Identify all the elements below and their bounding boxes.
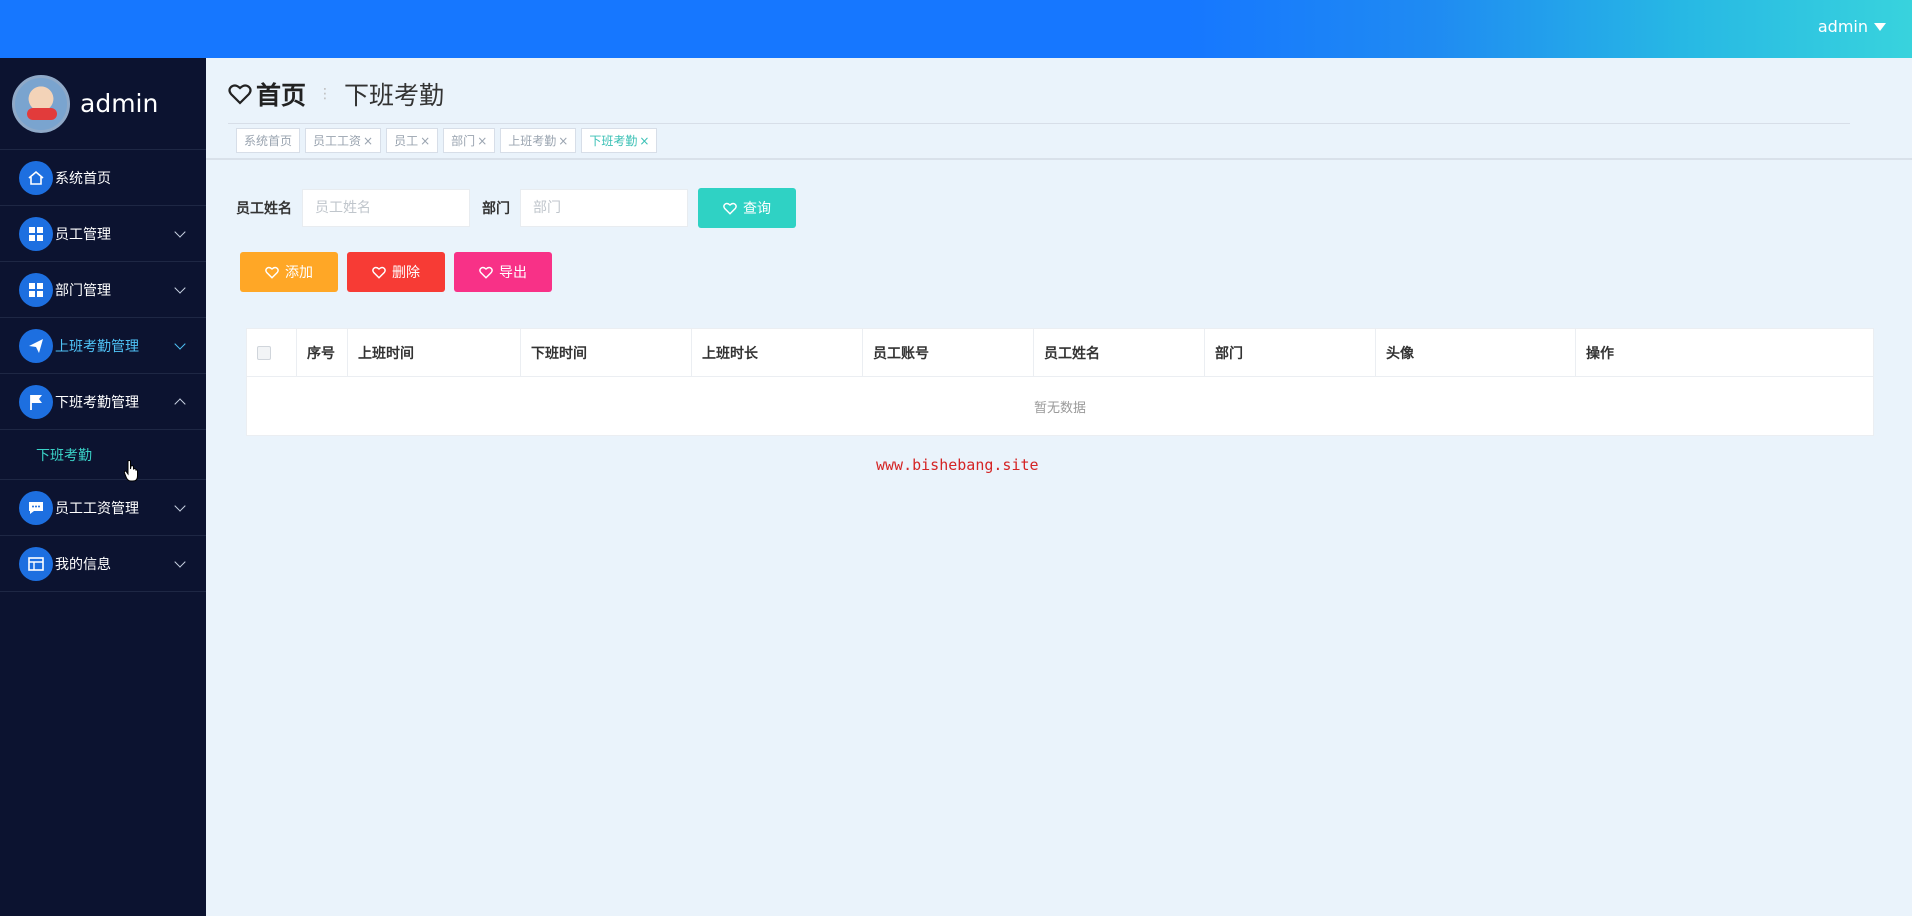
sidebar-item-profile[interactable]: 我的信息 bbox=[0, 536, 206, 592]
watermark-text: www.bishebang.site bbox=[876, 456, 1039, 474]
dept-input[interactable] bbox=[520, 189, 688, 227]
home-icon bbox=[19, 160, 53, 195]
column-header: 员工姓名 bbox=[1034, 329, 1205, 377]
main-content: 首页 ⋮ 下班考勤 系统首页 员工工资 × 员工 × 部门 × 上班考勤 × 下班考勤 ×… bbox=[206, 58, 1912, 916]
tab-label: 系统首页 bbox=[244, 134, 293, 148]
chevron-down-icon bbox=[174, 338, 186, 350]
grid-icon bbox=[19, 216, 53, 251]
close-icon[interactable]: × bbox=[639, 134, 649, 148]
column-header: 下班时间 bbox=[521, 329, 692, 377]
heart-icon bbox=[372, 266, 386, 279]
sidebar-item-label: 部门管理 bbox=[55, 282, 111, 299]
tab-checkout[interactable]: 下班考勤 × bbox=[581, 128, 658, 153]
column-header: 操作 bbox=[1586, 346, 1614, 362]
breadcrumb-home[interactable]: 首页 bbox=[256, 76, 306, 112]
add-button[interactable]: 添加 bbox=[240, 252, 338, 292]
tab-checkin[interactable]: 上班考勤 × bbox=[500, 128, 577, 153]
delete-label: 删除 bbox=[392, 265, 420, 281]
column-header: 员工账号 bbox=[863, 329, 1034, 377]
close-icon[interactable]: × bbox=[363, 134, 373, 148]
tab-label: 下班考勤 bbox=[589, 134, 638, 148]
column-header: 序号 bbox=[297, 329, 348, 377]
sidebar-item-checkin[interactable]: 上班考勤管理 bbox=[0, 318, 206, 374]
chevron-up-icon bbox=[174, 398, 186, 410]
grid-icon bbox=[19, 272, 53, 307]
heart-icon bbox=[479, 266, 493, 279]
user-menu[interactable]: admin bbox=[1818, 17, 1886, 36]
top-bar: admin bbox=[0, 0, 1912, 58]
tab-label: 员工工资 bbox=[313, 134, 362, 148]
chevron-down-icon bbox=[174, 556, 186, 568]
breadcrumb-separator-icon: ⋮ bbox=[318, 86, 333, 102]
tabs-bottom-border bbox=[206, 158, 1912, 160]
search-form: 员工姓名 部门 查询 bbox=[236, 188, 796, 228]
action-bar: 添加 删除 导出 bbox=[240, 252, 552, 292]
chevron-down-icon bbox=[174, 226, 186, 238]
chevron-down-icon bbox=[174, 500, 186, 512]
query-button[interactable]: 查询 bbox=[698, 188, 796, 228]
delete-button[interactable]: 删除 bbox=[347, 252, 445, 292]
query-label: 查询 bbox=[743, 201, 771, 217]
name-input[interactable] bbox=[302, 189, 470, 227]
send-icon bbox=[19, 328, 53, 363]
column-header: 头像 bbox=[1376, 329, 1576, 377]
sidebar-item-home[interactable]: 系统首页 bbox=[0, 150, 206, 206]
tab-label: 部门 bbox=[451, 134, 476, 148]
data-table: 序号 上班时间 下班时间 上班时长 员工账号 员工姓名 部门 头像 操作 暂无数… bbox=[246, 328, 1874, 436]
chevron-down-icon bbox=[174, 282, 186, 294]
flag-icon bbox=[19, 384, 53, 419]
name-label: 员工姓名 bbox=[236, 201, 292, 217]
dept-label: 部门 bbox=[482, 201, 510, 217]
chat-icon bbox=[19, 490, 53, 525]
sidebar-item-salary[interactable]: 员工工资管理 bbox=[0, 480, 206, 536]
export-label: 导出 bbox=[499, 265, 527, 281]
table-header: 序号 上班时间 下班时间 上班时长 员工账号 员工姓名 部门 头像 操作 bbox=[247, 329, 1873, 377]
sidebar-item-label: 下班考勤管理 bbox=[55, 394, 139, 411]
breadcrumb: 首页 ⋮ 下班考勤 bbox=[228, 76, 444, 112]
card-icon bbox=[19, 546, 53, 581]
tab-employee[interactable]: 员工 × bbox=[386, 128, 439, 153]
tab-salary[interactable]: 员工工资 × bbox=[305, 128, 382, 153]
export-button[interactable]: 导出 bbox=[454, 252, 552, 292]
select-all-checkbox[interactable] bbox=[257, 346, 271, 360]
tab-label: 上班考勤 bbox=[508, 134, 557, 148]
sidebar-item-employee[interactable]: 员工管理 bbox=[0, 206, 206, 262]
caret-down-icon[interactable] bbox=[1874, 22, 1886, 31]
sidebar-item-checkout[interactable]: 下班考勤管理 bbox=[0, 374, 206, 430]
sidebar: admin 系统首页 员工管理 部门管理 上班考勤管理 下班考勤管理 下班考勤 … bbox=[0, 58, 206, 916]
tab-home[interactable]: 系统首页 bbox=[236, 128, 301, 153]
close-icon[interactable]: × bbox=[558, 134, 568, 148]
sidebar-item-department[interactable]: 部门管理 bbox=[0, 262, 206, 318]
heart-icon bbox=[723, 202, 737, 215]
sidebar-username: admin bbox=[80, 89, 159, 118]
column-header: 上班时间 bbox=[348, 329, 521, 377]
user-name[interactable]: admin bbox=[1818, 17, 1868, 36]
breadcrumb-current: 下班考勤 bbox=[344, 81, 445, 110]
heart-icon bbox=[228, 84, 252, 105]
sidebar-item-label: 员工管理 bbox=[55, 226, 111, 243]
empty-state: 暂无数据 bbox=[1033, 400, 1086, 416]
hand-cursor-icon bbox=[124, 460, 138, 482]
submenu-item-checkout[interactable]: 下班考勤 bbox=[0, 430, 206, 480]
sidebar-header: admin bbox=[0, 58, 206, 150]
tabs-divider bbox=[228, 123, 1850, 124]
select-all-cell bbox=[247, 329, 297, 377]
column-header: 部门 bbox=[1205, 329, 1376, 377]
sidebar-item-label: 系统首页 bbox=[55, 170, 111, 187]
column-header: 上班时长 bbox=[692, 329, 863, 377]
sidebar-item-label: 我的信息 bbox=[55, 556, 111, 573]
heart-icon bbox=[265, 266, 279, 279]
tab-department[interactable]: 部门 × bbox=[443, 128, 496, 153]
sidebar-item-label: 员工工资管理 bbox=[55, 500, 139, 517]
sidebar-item-label: 上班考勤管理 bbox=[55, 338, 139, 355]
add-label: 添加 bbox=[285, 265, 313, 281]
avatar bbox=[12, 74, 70, 133]
tab-bar: 系统首页 员工工资 × 员工 × 部门 × 上班考勤 × 下班考勤 × bbox=[236, 128, 658, 153]
tab-label: 员工 bbox=[394, 134, 419, 148]
close-icon[interactable]: × bbox=[477, 134, 487, 148]
close-icon[interactable]: × bbox=[420, 134, 430, 148]
